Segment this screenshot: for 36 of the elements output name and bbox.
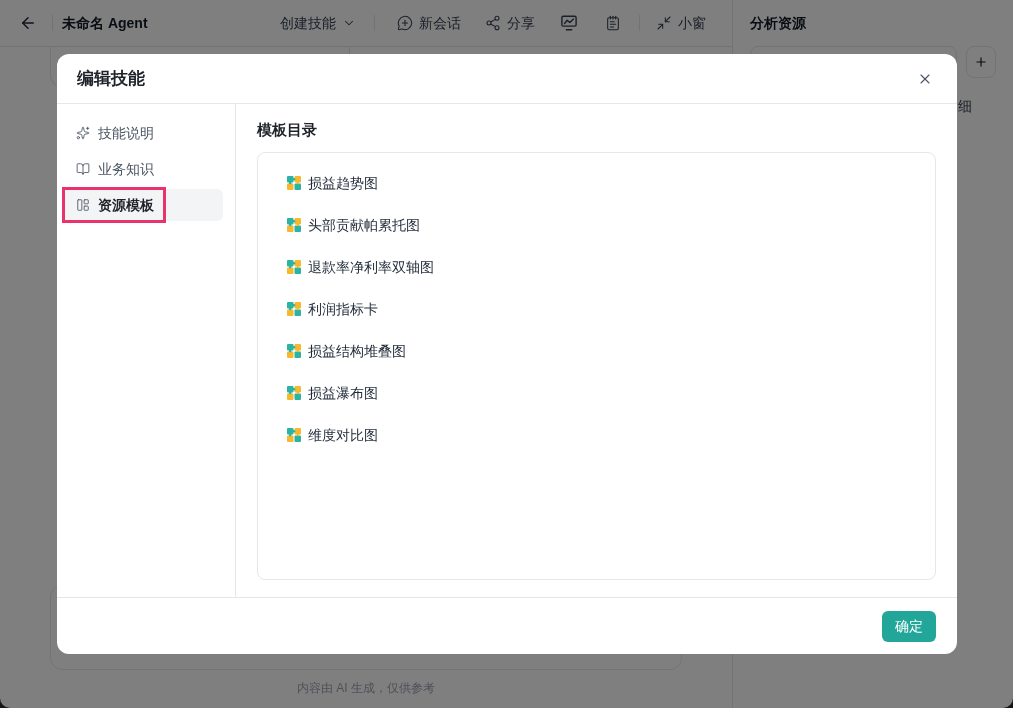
section-title: 模板目录: [256, 119, 317, 140]
nav-tab[interactable]: 技能说明: [61, 117, 223, 149]
puzzle-icon: [286, 260, 301, 274]
share-icon: [485, 15, 501, 31]
layout-icon: [75, 198, 90, 212]
skill-menu-dropdown[interactable]: 创建技能: [276, 7, 360, 39]
puzzle-icon: [286, 344, 301, 358]
book-icon: [75, 162, 90, 176]
mini-window-button[interactable]: 小窗: [648, 7, 714, 39]
puzzle-icon: [286, 218, 301, 232]
template-item[interactable]: 头部贡献帕累托图: [286, 204, 420, 246]
nav-tab[interactable]: 资源模板: [61, 189, 223, 221]
puzzle-icon: [286, 428, 301, 442]
minimize-icon: [656, 15, 672, 31]
new-chat-button[interactable]: 新会话: [389, 7, 469, 39]
panel-title: 分析资源: [750, 13, 806, 33]
add-button[interactable]: [966, 46, 996, 78]
agent-title: 未命名 Agent: [62, 13, 148, 33]
template-item[interactable]: 损益结构堆叠图: [286, 330, 406, 372]
template-item[interactable]: 损益趋势图: [286, 162, 378, 204]
template-item[interactable]: 维度对比图: [286, 414, 378, 456]
puzzle-icon: [286, 302, 301, 316]
puzzle-icon: [286, 386, 301, 400]
monitor-chart-icon: [561, 15, 577, 31]
share-button[interactable]: 分享: [477, 7, 543, 39]
dialog-title: 编辑技能: [76, 67, 145, 90]
sparkles-icon: [75, 126, 90, 140]
nav-tab[interactable]: 业务知识: [61, 153, 223, 185]
template-item[interactable]: 损益瀑布图: [286, 372, 378, 414]
template-item[interactable]: 利润指标卡: [286, 288, 378, 330]
puzzle-icon: [286, 176, 301, 190]
template-item[interactable]: 退款率净利率双轴图: [286, 246, 434, 288]
document-icon: [605, 15, 621, 31]
chat-plus-icon: [397, 15, 413, 31]
resource-item-text: 细: [958, 97, 972, 116]
plus-icon: [974, 55, 988, 69]
